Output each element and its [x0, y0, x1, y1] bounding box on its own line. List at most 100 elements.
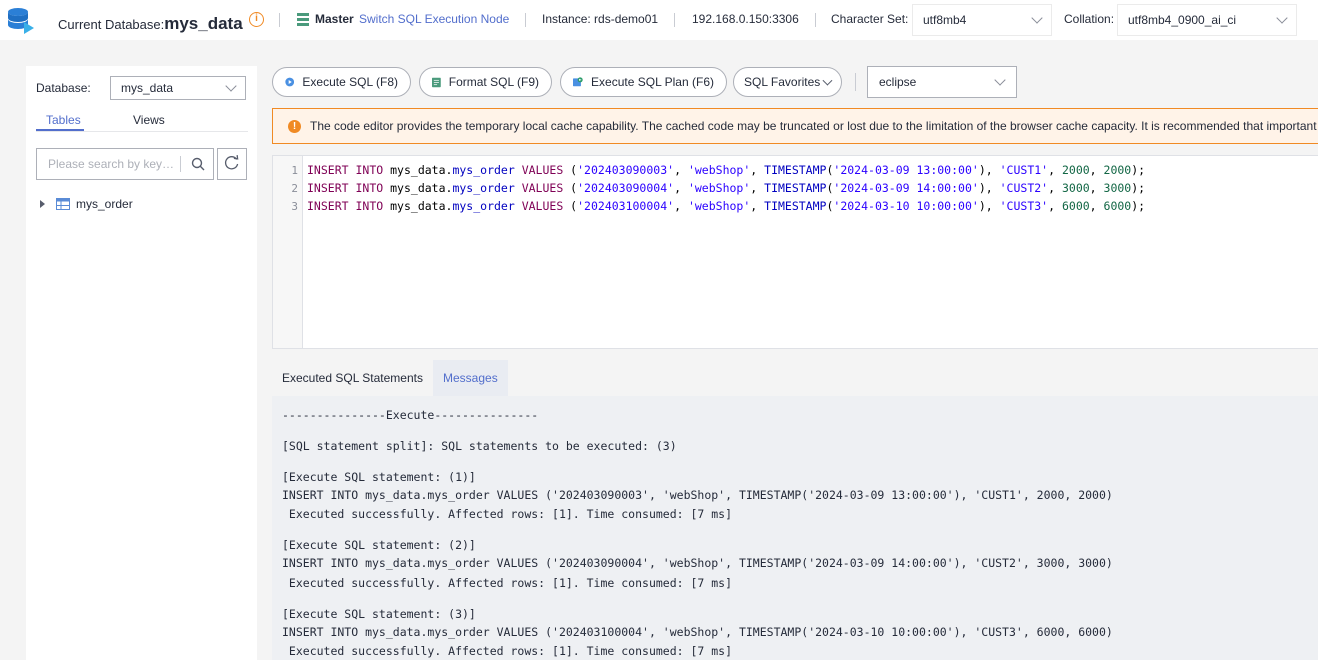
value: webShop — [694, 199, 744, 213]
chevron-down-icon — [1276, 12, 1288, 24]
execute-sql-plan-label: Execute SQL Plan (F6) — [591, 75, 714, 89]
value: 6000 — [1061, 199, 1090, 213]
current-database-label: Current Database: — [58, 17, 165, 32]
sql-editor[interactable]: 1 2 3 INSERT INTO mys_data.mys_order VAL… — [272, 155, 1318, 349]
message-line: [Execute SQL statement: (1)] — [282, 470, 476, 484]
refresh-button[interactable] — [217, 148, 247, 180]
object-tabs: Tables Views — [36, 109, 248, 132]
top-bar: Current Database:mys_data i Master Switc… — [0, 0, 1318, 40]
keyword: VALUES — [521, 163, 564, 177]
format-icon — [432, 77, 441, 87]
value: 6000 — [1103, 199, 1132, 213]
format-sql-button[interactable]: Format SQL (F9) — [419, 67, 552, 97]
chevron-down-icon — [225, 80, 237, 92]
search-icon[interactable] — [191, 157, 205, 171]
function-name: TIMESTAMP — [764, 199, 827, 213]
value: 202403090004 — [584, 181, 668, 195]
current-database-name: mys_data — [164, 14, 243, 33]
value: 2024-03-09 13:00:00 — [840, 163, 972, 177]
active-tab-indicator — [36, 129, 84, 131]
message-line: [Execute SQL statement: (2)] — [282, 538, 476, 552]
chevron-down-icon — [822, 75, 833, 85]
value: 3000 — [1061, 181, 1090, 195]
plan-icon — [573, 77, 583, 87]
value: 2024-03-09 14:00:00 — [840, 181, 972, 195]
tab-views[interactable]: Views — [133, 113, 165, 127]
tab-executed-sql-statements[interactable]: Executed SQL Statements — [272, 360, 433, 396]
value: CUST3 — [1006, 199, 1042, 213]
sql-favorites-label: SQL Favorites — [744, 75, 821, 89]
keyword: INSERT — [307, 181, 349, 195]
current-database: Current Database:mys_data — [58, 14, 243, 34]
value: 202403090003 — [584, 163, 668, 177]
divider — [674, 13, 675, 27]
database-label: Database: — [36, 81, 91, 95]
value: 2024-03-10 10:00:00 — [840, 199, 972, 213]
keyword: VALUES — [521, 199, 564, 213]
search-input[interactable]: Please search by key… — [36, 148, 214, 180]
warning-icon: ! — [288, 119, 301, 133]
message-line: INSERT INTO mys_data.mys_order VALUES ('… — [282, 556, 1113, 570]
charset-value: utf8mb4 — [923, 13, 967, 27]
value: webShop — [694, 181, 744, 195]
tab-tables[interactable]: Tables — [46, 113, 81, 127]
value: 3000 — [1103, 181, 1132, 195]
database-logo-icon — [8, 8, 34, 34]
keyword: INTO — [355, 181, 384, 195]
table-name: mys_order — [452, 163, 515, 177]
value: CUST1 — [1006, 163, 1042, 177]
message-line: INSERT INTO mys_data.mys_order VALUES ('… — [282, 625, 1113, 639]
collation-label: Collation: — [1064, 12, 1115, 26]
divider — [815, 13, 816, 27]
message-line: INSERT INTO mys_data.mys_order VALUES ('… — [282, 488, 1113, 502]
schema-name: mys_data — [390, 199, 446, 213]
value: 202403100004 — [584, 199, 668, 213]
cache-warning-banner: ! The code editor provides the temporary… — [272, 108, 1318, 144]
function-name: TIMESTAMP — [764, 181, 827, 195]
keyword: VALUES — [521, 181, 564, 195]
tree-item-mys-order[interactable]: mys_order — [40, 196, 133, 212]
line-number: 1 — [291, 164, 298, 177]
editor-theme-select[interactable]: eclipse — [867, 66, 1017, 98]
execute-sql-plan-button[interactable]: Execute SQL Plan (F6) — [560, 67, 727, 97]
line-number-gutter: 1 2 3 — [273, 156, 303, 348]
message-line: Executed successfully. Affected rows: [1… — [282, 644, 733, 658]
keyword: INSERT — [307, 163, 349, 177]
tab-messages[interactable]: Messages — [433, 360, 508, 396]
refresh-icon — [224, 155, 239, 170]
tree-item-label: mys_order — [76, 197, 133, 211]
charset-select[interactable]: utf8mb4 — [912, 4, 1052, 36]
format-sql-label: Format SQL (F9) — [448, 75, 539, 89]
value: webShop — [694, 163, 744, 177]
message-line: Executed successfully. Affected rows: [1… — [282, 507, 733, 521]
table-icon — [56, 198, 70, 210]
switch-execution-node-link[interactable]: Switch SQL Execution Node — [359, 12, 509, 26]
sql-favorites-button[interactable]: SQL Favorites — [733, 67, 842, 97]
database-select[interactable]: mys_data — [110, 76, 246, 100]
play-icon — [285, 77, 295, 87]
execute-sql-label: Execute SQL (F8) — [302, 75, 398, 89]
code-line: INSERT INTO mys_data.mys_order VALUES ('… — [307, 163, 1146, 177]
line-number: 2 — [291, 182, 298, 195]
messages-panel: ---------------Execute--------------- [S… — [272, 396, 1318, 660]
value: 2000 — [1061, 163, 1090, 177]
search-placeholder: Please search by key… — [48, 157, 175, 171]
keyword: INTO — [355, 199, 384, 213]
database-value: mys_data — [121, 81, 174, 95]
collation-value: utf8mb4_0900_ai_ci — [1128, 13, 1237, 27]
chevron-down-icon — [994, 74, 1006, 86]
message-line: [SQL statement split]: SQL statements to… — [282, 439, 677, 453]
expand-arrow-icon[interactable] — [40, 200, 45, 208]
code-line: INSERT INTO mys_data.mys_order VALUES ('… — [307, 181, 1146, 195]
editor-theme-value: eclipse — [879, 75, 917, 89]
info-icon[interactable]: i — [249, 12, 264, 27]
instance-label: Instance: rds-demo01 — [542, 12, 659, 26]
schema-name: mys_data — [390, 181, 446, 195]
master-label: Master — [315, 12, 354, 26]
divider — [279, 13, 280, 27]
collation-select[interactable]: utf8mb4_0900_ai_ci — [1117, 4, 1297, 36]
execute-sql-button[interactable]: Execute SQL (F8) — [272, 67, 411, 97]
message-line: [Execute SQL statement: (3)] — [282, 607, 476, 621]
warning-text: The code editor provides the temporary l… — [310, 119, 1317, 133]
function-name: TIMESTAMP — [764, 163, 827, 177]
